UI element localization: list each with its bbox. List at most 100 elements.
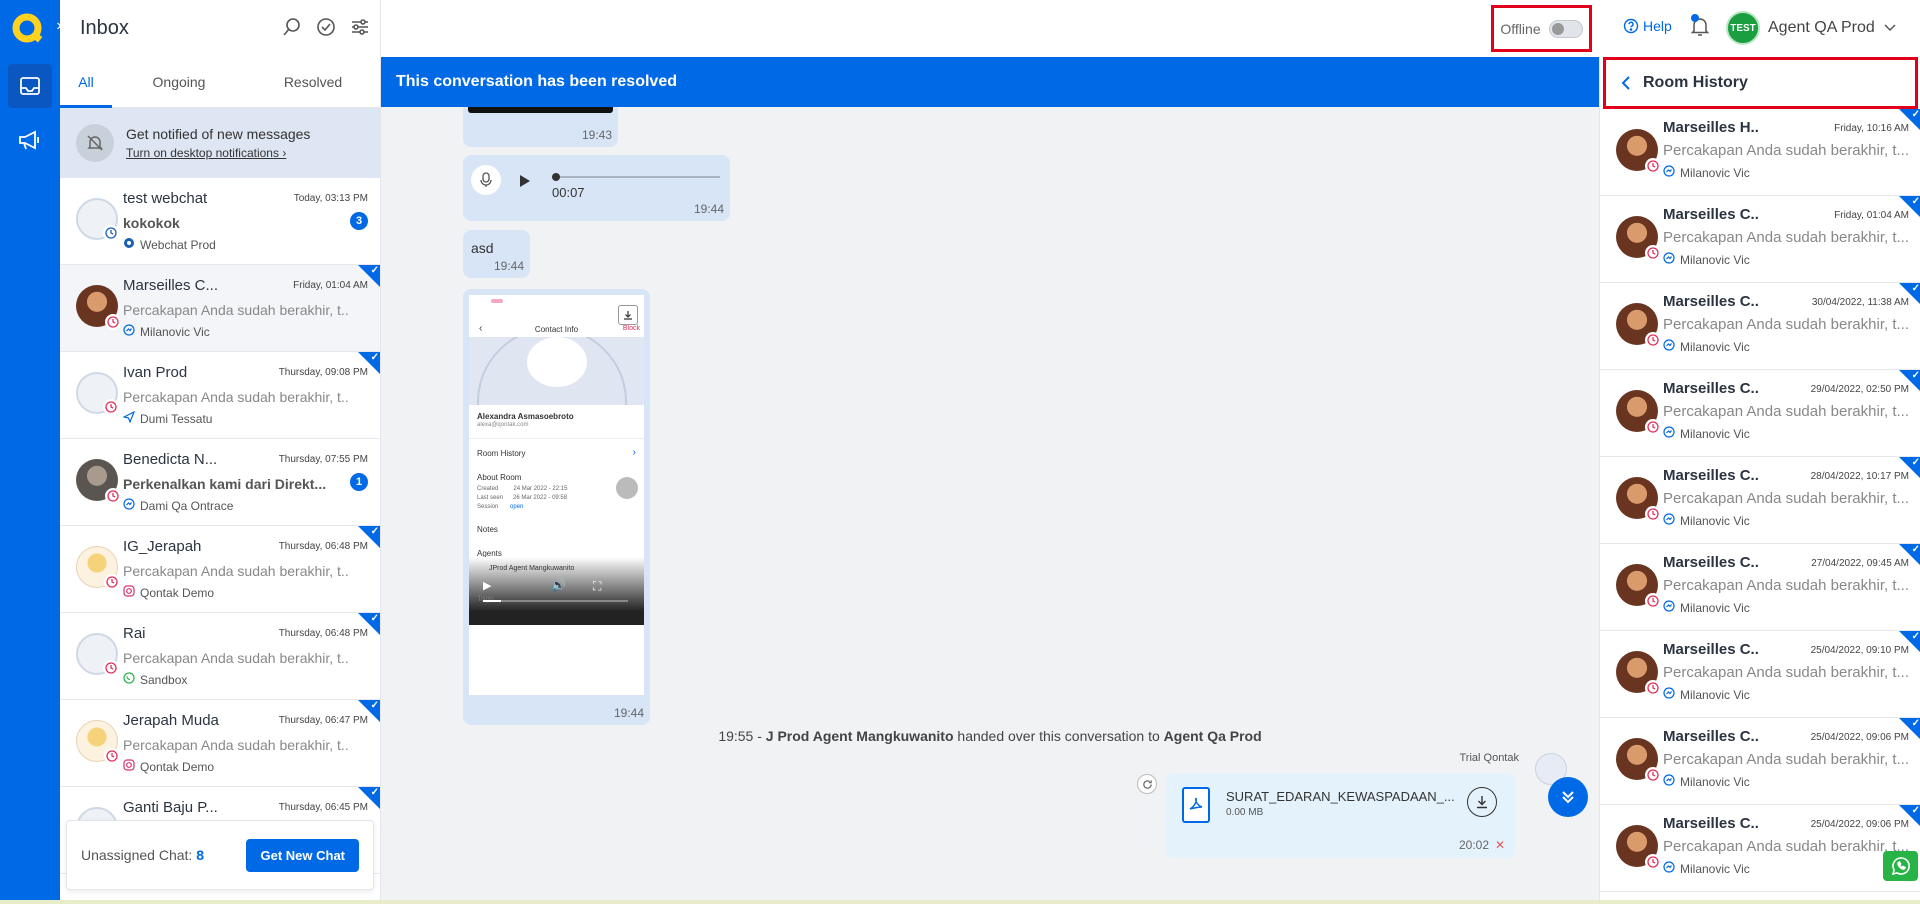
room-last-message: Percakapan Anda sudah berakhir, t... [1663,838,1908,855]
sys-time: 19:55 - [718,728,766,744]
contact-avatar [76,459,121,504]
room-last-message: Percakapan Anda sudah berakhir, t... [1663,316,1908,333]
messenger-icon [1663,687,1675,702]
room-history-item[interactable]: Marseilles C... 25/04/2022, 09:06 PM Perca… [1600,805,1920,892]
room-history-item[interactable]: Marseilles C... 25/04/2022, 09:10 PM Perca… [1600,631,1920,718]
tab-ongoing[interactable]: Ongoing [112,56,246,107]
search-icon[interactable] [282,17,302,37]
download-file-icon[interactable] [1467,787,1497,817]
room-history-item[interactable]: Marseilles C... 30/04/2022, 11:38 AM Perca… [1600,283,1920,370]
notification-bell-icon[interactable] [1689,14,1711,43]
megaphone-icon[interactable] [8,118,52,162]
room-history-item[interactable]: Marseilles H... Friday, 10:16 AM Percakapa… [1600,109,1920,196]
conversation-item[interactable]: Benedicta N... Thursday, 07:55 PM Perkenal… [60,439,380,526]
clock-icon [103,660,119,676]
room-history-item[interactable]: Marseilles C... 29/04/2022, 02:50 PM Perca… [1600,370,1920,457]
room-channel: Milanovic Vic [1663,600,1909,615]
get-new-chat-button[interactable]: Get New Chat [246,838,359,872]
room-contact-name: Marseilles C... [1663,815,1758,832]
messenger-icon [1663,774,1675,789]
room-time: Friday, 01:04 AM [1834,210,1909,221]
file-name[interactable]: SURAT_EDARAN_KEWASPADAAN_... [1226,789,1455,804]
clock-icon [1645,767,1661,783]
volume-icon[interactable]: 🔊 [551,578,566,592]
room-history-item[interactable]: Marseilles C... 27/04/2022, 09:45 AM Perca… [1600,544,1920,631]
room-channel-name: Milanovic Vic [1680,687,1750,702]
room-history-panel: Room History Marseilles H... Friday, 10:1… [1599,57,1920,904]
conversation-item[interactable]: IG_Jerapah Thursday, 06:48 PM Percakapan A… [60,526,380,613]
conversation-item[interactable]: Rai Thursday, 06:48 PM Percakapan Anda sud… [60,613,380,700]
contact-avatar [1616,738,1661,783]
unread-badge: 3 [350,212,368,230]
room-channel-name: Milanovic Vic [1680,513,1750,528]
room-channel-name: Milanovic Vic [1680,165,1750,180]
online-toggle[interactable] [1548,19,1583,38]
unassigned-count: 8 [196,847,204,863]
whatsapp-icon[interactable] [1883,851,1918,881]
play-icon[interactable] [519,174,531,193]
room-channel-name: Milanovic Vic [1680,774,1750,789]
unassigned-label-text: Unassigned Chat: [81,847,193,863]
last-message: Percakapan Anda sudah berakhir, t... [123,650,348,666]
room-contact-name: Marseilles H... [1663,119,1758,136]
room-contact-name: Marseilles C... [1663,641,1758,658]
room-time: 25/04/2022, 09:06 PM [1810,819,1909,830]
clock-icon [1645,680,1661,696]
filter-settings-icon[interactable] [350,17,370,37]
image-room-history: Room History [477,449,526,458]
room-channel: Milanovic Vic [1663,774,1909,789]
help-label: Help [1643,18,1672,34]
contact-name: Ivan Prod [123,364,188,381]
room-time: 27/04/2022, 09:45 AM [1811,558,1909,569]
bell-off-icon [76,124,114,162]
question-circle-icon [1623,18,1639,34]
sender-name: Trial Qontak [1459,752,1519,764]
contact-avatar [76,198,119,241]
conversation-item[interactable]: Ivan Prod Thursday, 09:08 PM Percakapan An… [60,352,380,439]
clock-icon [103,225,119,241]
download-icon[interactable] [618,305,638,325]
agent-profile-menu[interactable]: TEST Agent QA Prod [1726,11,1897,45]
check-circle-icon[interactable] [316,17,336,37]
image-created: 24 Mar 2022 - 22:15 [513,486,568,492]
contact-name: IG_Jerapah [123,538,202,555]
file-size: 0.00 MB [1226,807,1264,818]
scroll-to-bottom-button[interactable] [1548,777,1588,817]
check-icon: ✓ [1911,631,1920,642]
room-history-item[interactable]: Marseilles C... 28/04/2022, 10:17 PM Perca… [1600,457,1920,544]
conversation-item[interactable]: Marseilles C... Friday, 01:04 AM Percakapa… [60,265,380,352]
room-channel: Milanovic Vic [1663,339,1909,354]
audio-progress-bar[interactable] [552,173,720,181]
check-icon: ✓ [1911,457,1920,468]
back-chevron-icon[interactable] [1621,75,1631,91]
tab-resolved[interactable]: Resolved [246,56,380,107]
channel-name: Sandbox [140,672,188,687]
fullscreen-icon[interactable]: ⛶ [593,579,601,594]
status-toggle-area[interactable]: Offline [1491,5,1592,52]
check-icon: ✓ [1911,805,1920,816]
video-play-icon[interactable]: ▶ [483,579,491,592]
image-agent: JProd Agent Mangkuwanito [489,565,575,572]
conversation-item[interactable]: test webchat Today, 03:13 PM kokokok Webcha… [60,178,380,265]
enable-notifications-link[interactable]: Turn on desktop notifications › [126,146,310,160]
image-attachment[interactable]: ‹ Contact Info Block Alexandra Asmasoebr… [469,295,644,695]
room-last-message: Percakapan Anda sudah berakhir, t... [1663,403,1908,420]
conversation-item[interactable]: Jerapah Muda Thursday, 06:47 PM Percakapan… [60,700,380,787]
room-history-item[interactable]: Marseilles C... Friday, 01:04 AM Percakapa… [1600,196,1920,283]
room-channel: Milanovic Vic [1663,861,1909,876]
channel-label: Milanovic Vic [123,324,368,339]
video-thumbnail[interactable] [468,107,613,113]
tab-all[interactable]: All [60,56,112,108]
channel-label: Qontak Demo [123,585,368,600]
channel-label: Dumi Tessatu [122,410,368,426]
inbox-icon[interactable] [8,64,52,108]
help-link[interactable]: Help [1623,18,1672,34]
video-bubble: 19:43 [463,107,618,147]
agent-name: Agent QA Prod [1768,19,1875,36]
sys-to: Agent Qa Prod [1163,728,1262,744]
retry-icon[interactable] [1137,774,1157,794]
unassigned-label: Unassigned Chat: 8 [81,847,204,863]
room-history-item[interactable]: Marseilles C... 25/04/2022, 09:06 PM Perca… [1600,718,1920,805]
messenger-icon [1663,339,1675,354]
qontak-logo[interactable] [12,13,46,43]
